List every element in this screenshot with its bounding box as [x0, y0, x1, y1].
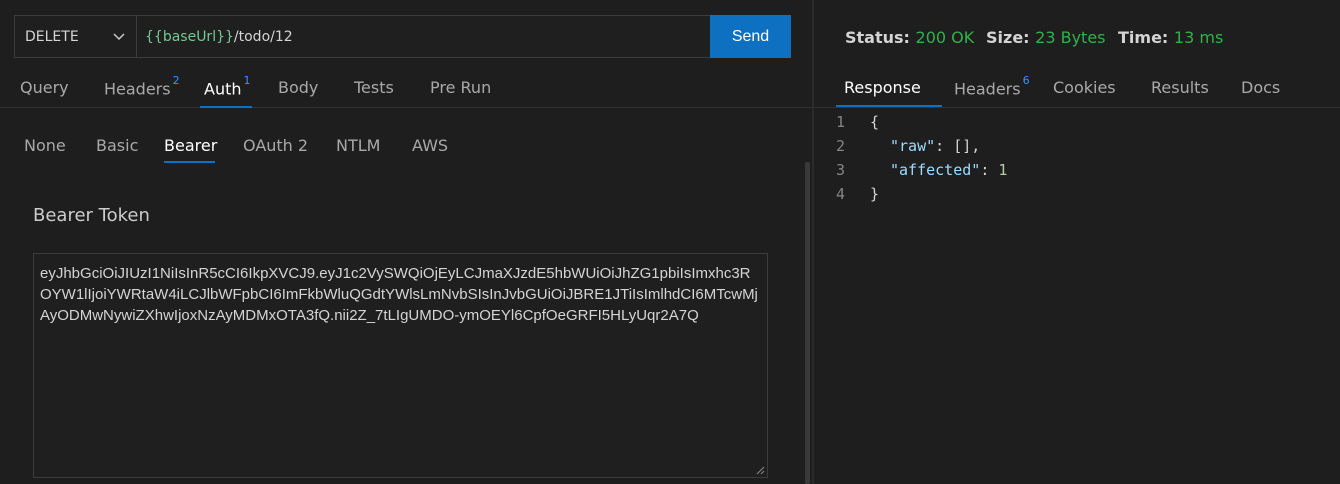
json-open-brace: { — [870, 113, 880, 131]
tab-label: Headers — [954, 79, 1021, 99]
auth-tab-oauth2[interactable]: OAuth 2 — [243, 136, 308, 155]
response-panel: Status: 200 OK Size: 23 Bytes Time: 13 m… — [814, 0, 1340, 484]
code-line: 4 } — [836, 182, 1007, 206]
tab-label: Query — [20, 78, 69, 97]
tab-pre-run[interactable]: Pre Run — [430, 78, 491, 97]
url-variable: {{baseUrl}} — [145, 28, 234, 45]
tab-label: Auth — [204, 79, 242, 99]
tab-label: Body — [278, 78, 319, 97]
auth-tab-basic[interactable]: Basic — [96, 136, 138, 155]
tab-auth[interactable]: Auth 1 — [204, 74, 251, 99]
auth-tab-none[interactable]: None — [24, 136, 66, 155]
line-number: 3 — [836, 161, 846, 179]
tab-response-headers[interactable]: Headers 6 — [954, 74, 1030, 99]
tab-label: Docs — [1241, 78, 1281, 97]
line-number: 1 — [836, 113, 846, 131]
auth-type-tabs: None Basic Bearer OAuth 2 NTLM AWS — [0, 128, 812, 164]
request-panel: DELETE {{baseUrl}}/todo/12 Send Query He… — [0, 0, 812, 484]
tab-results[interactable]: Results — [1151, 78, 1209, 97]
method-select[interactable]: DELETE — [14, 15, 137, 58]
tab-badge: 6 — [1022, 74, 1030, 87]
tab-label: Tests — [354, 78, 394, 97]
request-tabs: Query Headers 2 Auth 1 Body Tests Pre Run — [0, 70, 812, 108]
size-label: Size: — [986, 28, 1030, 47]
status-value: 200 OK — [915, 28, 975, 47]
json-key: "raw" — [890, 137, 936, 155]
json-value: [] — [953, 137, 972, 155]
url-path: /todo/12 — [233, 28, 293, 45]
response-body[interactable]: 1 { 2 "raw": [], 3 "affected": 1 4 } — [836, 110, 1007, 206]
tab-label: Response — [844, 78, 921, 97]
tab-label: Headers — [104, 79, 171, 99]
tab-body[interactable]: Body — [278, 78, 318, 97]
code-line: 1 { — [836, 110, 1007, 134]
code-line: 3 "affected": 1 — [836, 158, 1007, 182]
tab-label: Results — [1151, 78, 1209, 97]
status-label: Status: — [845, 28, 910, 47]
tab-tests[interactable]: Tests — [354, 78, 394, 97]
tab-cookies[interactable]: Cookies — [1053, 78, 1116, 97]
tab-label: Cookies — [1053, 78, 1116, 97]
tab-docs[interactable]: Docs — [1241, 78, 1280, 97]
resize-handle-icon[interactable] — [755, 465, 765, 475]
json-close-brace: } — [870, 185, 880, 203]
json-key: "affected" — [890, 161, 981, 179]
bearer-token-value: eyJhbGciOiJIUzI1NiIsInR5cCI6IkpXVCJ9.eyJ… — [40, 265, 758, 324]
method-value: DELETE — [25, 28, 79, 45]
auth-tab-ntlm[interactable]: NTLM — [336, 136, 380, 155]
json-value: 1 — [998, 161, 1008, 179]
tabs-border — [814, 107, 1340, 108]
tab-query[interactable]: Query — [20, 78, 69, 97]
bearer-token-label: Bearer Token — [33, 205, 150, 226]
bearer-token-textarea[interactable]: eyJhbGciOiJIUzI1NiIsInR5cCI6IkpXVCJ9.eyJ… — [33, 253, 768, 478]
tab-headers[interactable]: Headers 2 — [104, 74, 180, 99]
auth-tab-aws[interactable]: AWS — [412, 136, 448, 155]
url-input[interactable]: {{baseUrl}}/todo/12 — [136, 15, 711, 58]
chevron-down-icon — [113, 33, 125, 41]
tab-response[interactable]: Response — [844, 78, 921, 97]
tab-label: Pre Run — [430, 78, 492, 97]
tab-badge: 1 — [243, 74, 251, 87]
line-number: 2 — [836, 137, 846, 155]
tab-badge: 2 — [172, 74, 180, 87]
scrollbar[interactable] — [805, 162, 810, 484]
auth-tab-bearer[interactable]: Bearer — [164, 136, 217, 155]
send-button[interactable]: Send — [710, 15, 791, 58]
active-auth-indicator — [164, 161, 215, 163]
size-value: 23 Bytes — [1035, 28, 1106, 47]
time-indicator: Time: 13 ms — [1118, 28, 1223, 47]
time-value: 13 ms — [1173, 28, 1224, 47]
code-line: 2 "raw": [], — [836, 134, 1007, 158]
active-tab-indicator — [200, 106, 252, 108]
line-number: 4 — [836, 185, 846, 203]
size-indicator: Size: 23 Bytes — [986, 28, 1106, 47]
status-indicator: Status: 200 OK — [845, 28, 974, 47]
time-label: Time: — [1118, 28, 1169, 47]
